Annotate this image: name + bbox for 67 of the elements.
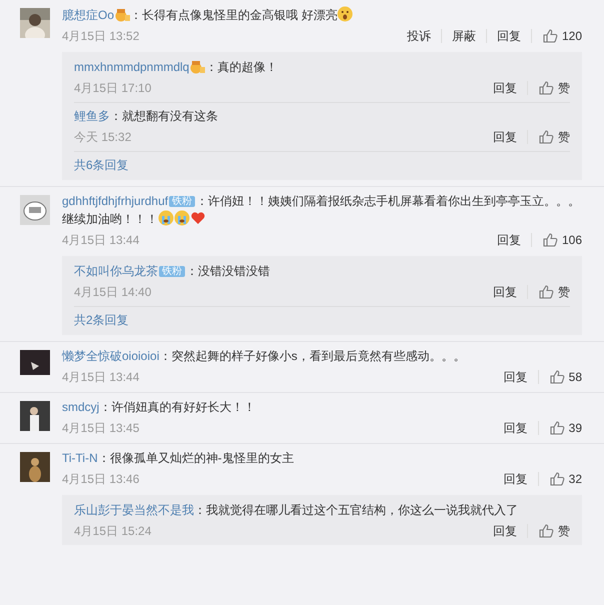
comment-text: 继续加油哟！！！	[62, 212, 158, 226]
thumbs-up-icon	[542, 28, 558, 44]
thumbs-up-icon	[548, 471, 565, 487]
like-button[interactable]: 赞	[528, 80, 570, 96]
comment-text: ：就想翻有没有这条	[110, 109, 218, 123]
timestamp: 4月15日 13:44	[62, 232, 140, 248]
timestamp: 4月15日 13:46	[62, 470, 140, 488]
fan-badge: 铁粉	[169, 196, 196, 207]
heart-icon	[190, 210, 206, 226]
action-link[interactable]: 回复	[483, 130, 528, 144]
comment-text: ：突然起舞的样子好像小s，看到最后竟然有些感动。。。	[159, 349, 466, 363]
comment-text: ：没错没错没错	[186, 264, 270, 278]
crying-face-icon	[158, 210, 174, 226]
like-button[interactable]: 赞	[528, 284, 570, 300]
timestamp: 4月15日 13:44	[62, 368, 140, 386]
thumbs-up-icon	[538, 129, 554, 145]
like-button[interactable]: 106	[532, 232, 582, 248]
username[interactable]: mmxhnmmdpnmmdlq	[74, 60, 190, 74]
action-link[interactable]: 回复	[486, 29, 532, 43]
action-link[interactable]: 回复	[483, 81, 528, 95]
comment-text: ：真的超像！	[205, 60, 278, 74]
action-link[interactable]: 回复	[483, 285, 528, 299]
timestamp: 4月15日 17:10	[74, 80, 152, 96]
username[interactable]: smdcyj	[62, 400, 100, 414]
like-button[interactable]: 58	[538, 368, 582, 386]
surprised-face-icon	[337, 6, 354, 22]
timestamp: 4月15日 15:24	[74, 522, 152, 540]
thumbs-up-icon	[538, 284, 554, 300]
username[interactable]: 不如叫你乌龙茶	[74, 264, 158, 278]
username[interactable]: 臆想症Oo	[62, 8, 114, 22]
comment-text: ：许俏妞！！姨姨们隔着报纸杂志手机屏幕看着你出生到亭亭玉立。。。	[196, 194, 580, 208]
medal-icon	[114, 8, 130, 22]
thumbs-up-icon	[548, 369, 565, 385]
like-button[interactable]: 赞	[528, 522, 570, 540]
comment-text: ：我就觉得在哪儿看过这个五官结构，你这么一说我就代入了	[194, 503, 518, 517]
crying-face-icon	[174, 210, 190, 226]
comment-text: ：许俏妞真的有好好长大！！	[99, 400, 256, 414]
action-link[interactable]: 屏蔽	[442, 29, 487, 43]
username[interactable]: gdhhftjfdhjfrhjurdhuf	[62, 194, 168, 208]
more-replies-link[interactable]: 共6条回复	[74, 152, 129, 180]
comment-text: ：长得有点像鬼怪里的金高银哦 好漂亮	[130, 8, 338, 22]
thumbs-up-icon	[542, 232, 558, 248]
timestamp: 4月15日 13:52	[62, 28, 140, 44]
action-link[interactable]: 回复	[494, 472, 539, 486]
username[interactable]: Ti-Ti-N	[62, 451, 98, 465]
thumbs-up-icon	[538, 80, 554, 96]
timestamp: 4月15日 13:45	[62, 420, 140, 436]
username[interactable]: 懒梦全惊破oioioioi	[62, 349, 160, 363]
username[interactable]: 乐山彭于晏当然不是我	[74, 503, 194, 517]
username[interactable]: 鲤鱼多	[74, 109, 110, 123]
fan-badge: 铁粉	[159, 266, 185, 277]
action-link[interactable]: 回复	[483, 524, 528, 538]
timestamp: 4月15日 14:40	[74, 284, 152, 300]
more-replies-link[interactable]: 共2条回复	[74, 307, 129, 335]
comment-text: ：很像孤单又灿烂的神-鬼怪里的女主	[98, 451, 294, 465]
thumbs-up-icon	[548, 420, 565, 436]
action-link[interactable]: 投诉	[396, 29, 442, 43]
timestamp: 今天 15:32	[74, 128, 132, 146]
thumbs-up-icon	[538, 523, 554, 539]
action-link[interactable]: 回复	[494, 370, 539, 384]
action-link[interactable]: 回复	[494, 421, 539, 435]
action-link[interactable]: 回复	[486, 233, 532, 247]
like-button[interactable]: 120	[532, 28, 582, 44]
like-button[interactable]: 39	[538, 420, 582, 436]
medal-icon	[189, 60, 206, 74]
like-button[interactable]: 赞	[528, 128, 570, 146]
like-button[interactable]: 32	[538, 470, 582, 488]
